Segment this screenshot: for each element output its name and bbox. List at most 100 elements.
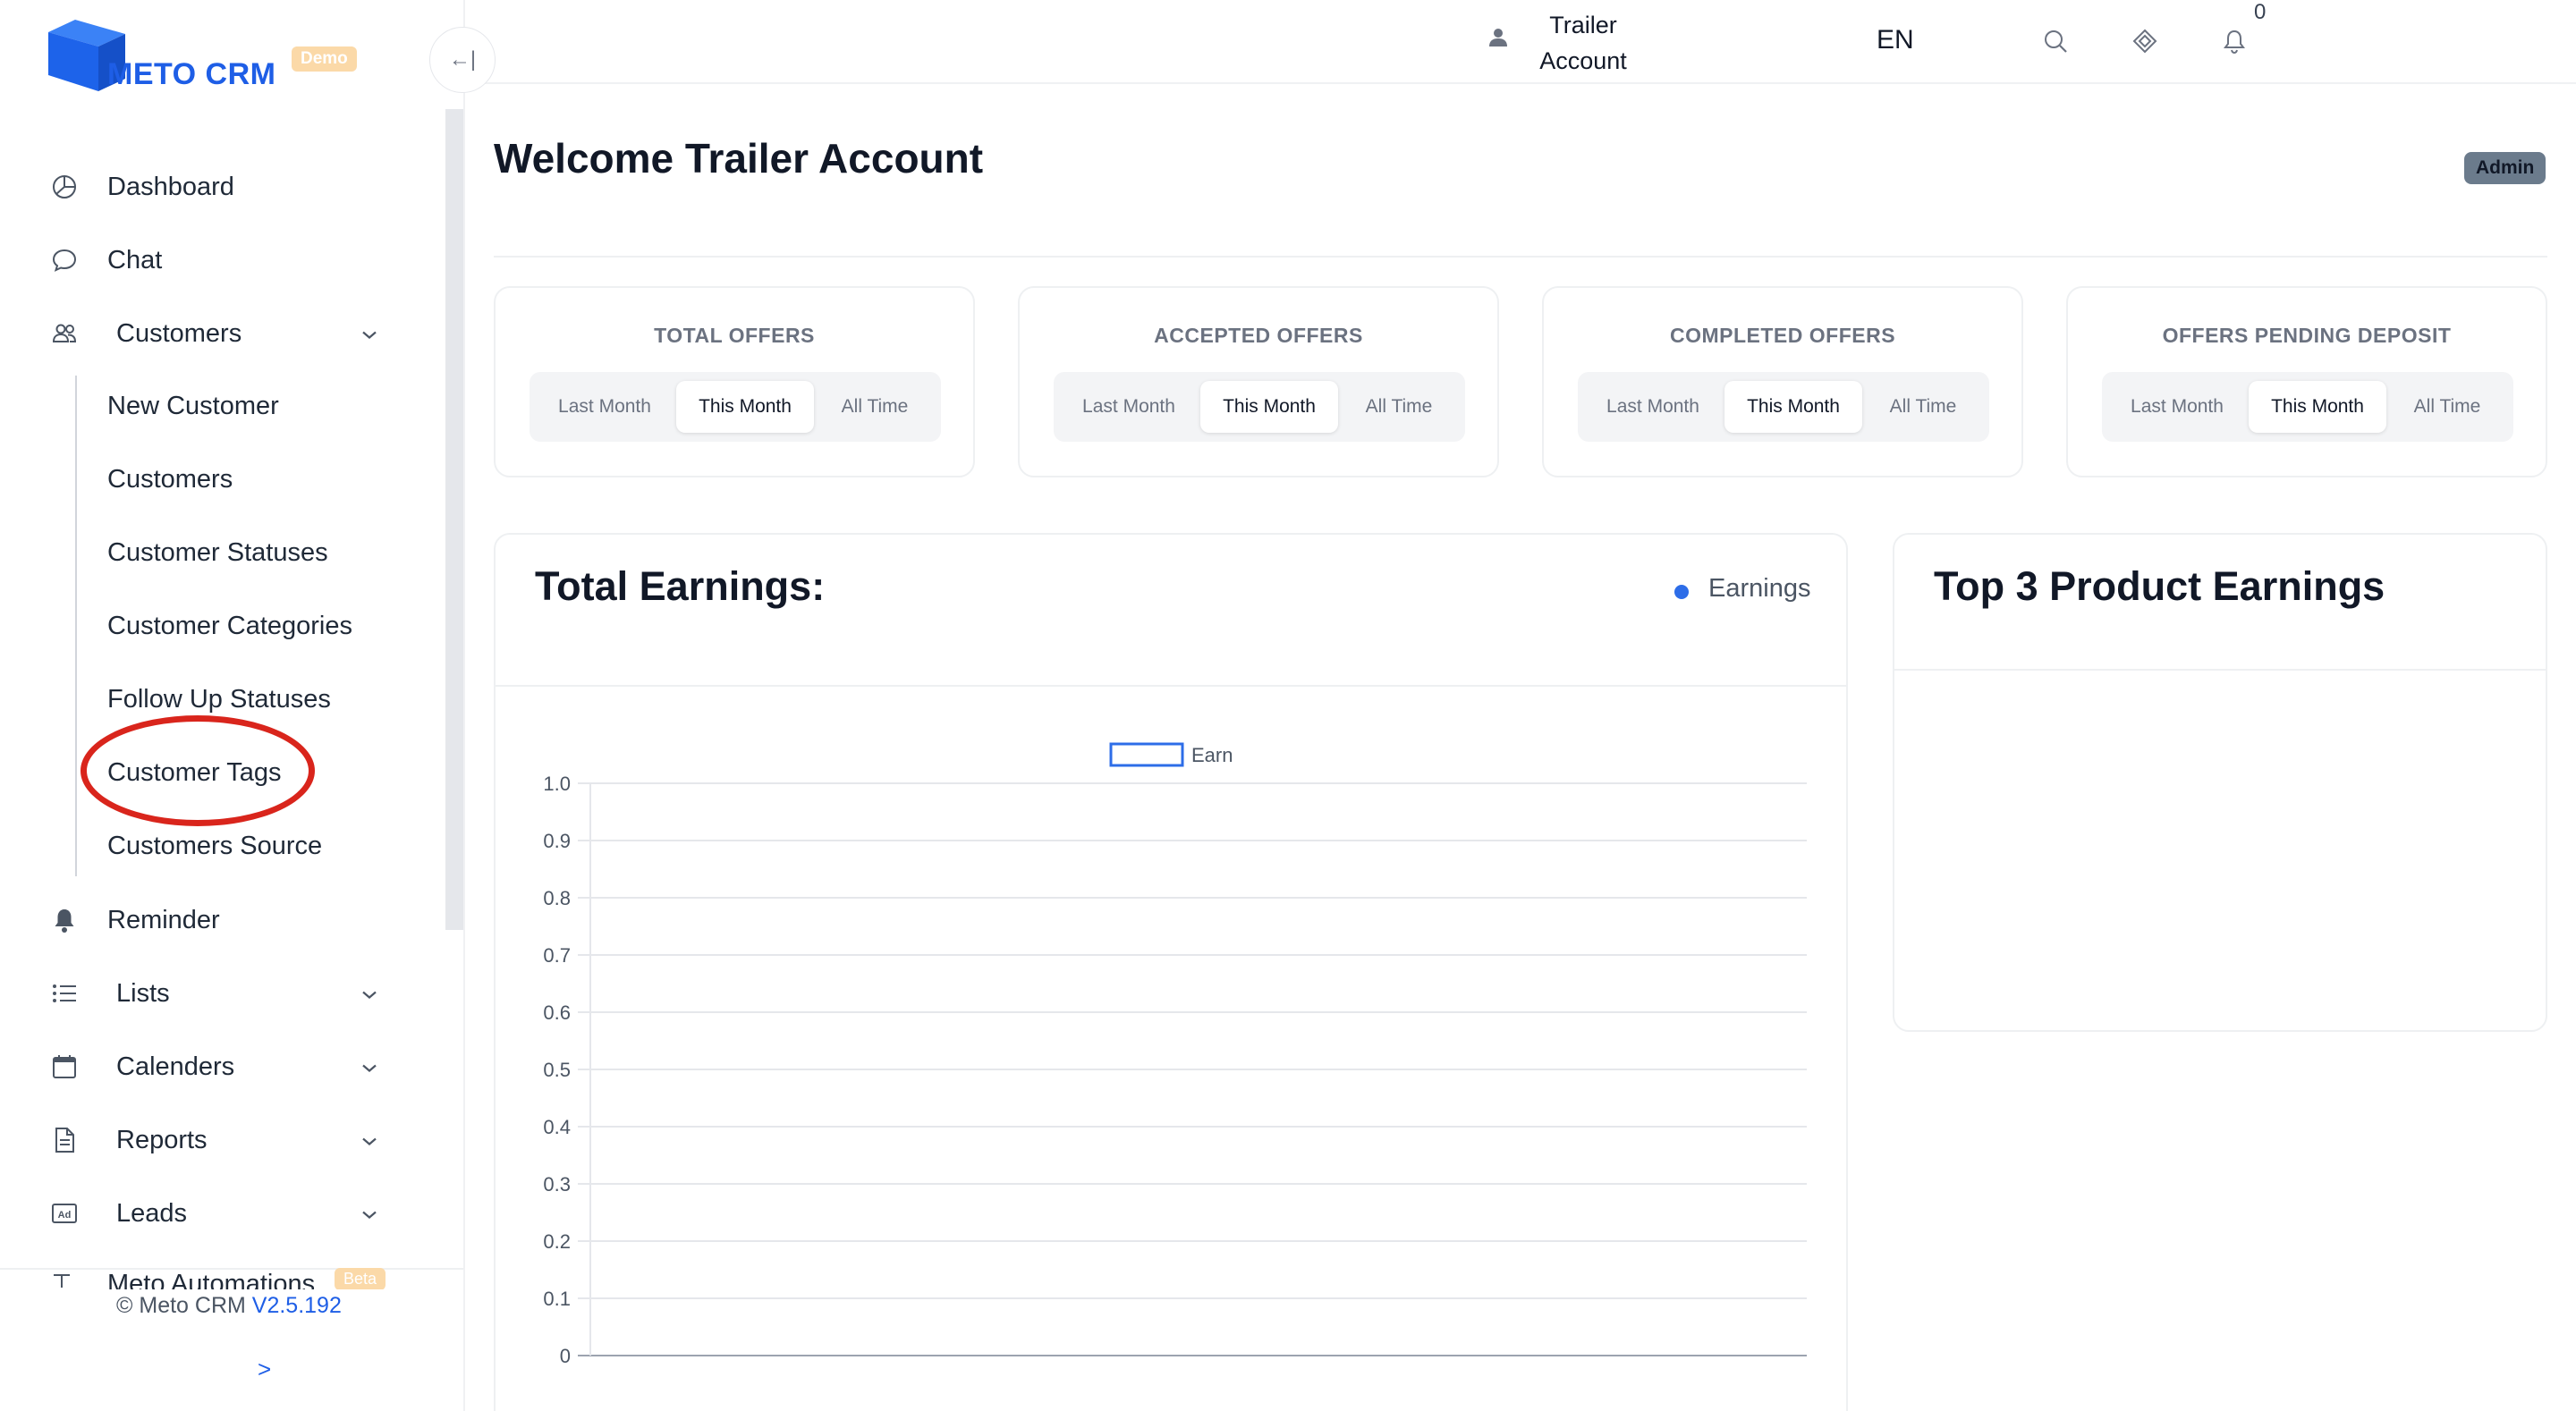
sidebar-subitem-customer-categories[interactable]: Customer Categories <box>107 599 352 653</box>
top3-product-card: Top 3 Product Earnings <box>1893 533 2547 1032</box>
chevron-down-icon <box>360 319 379 349</box>
period-option-this-month[interactable]: This Month <box>2249 381 2386 433</box>
sidebar-subitem-customers[interactable]: Customers <box>107 452 233 506</box>
sidebar-item-label: Leads <box>116 1198 188 1228</box>
sidebar-item-reports[interactable]: Reports <box>0 1109 411 1171</box>
sidebar-item-dashboard[interactable]: Dashboard <box>0 156 411 218</box>
bell-icon[interactable] <box>2218 25 2250 57</box>
chart-y-tick-label: 1.0 <box>543 773 571 795</box>
period-option-last-month[interactable]: Last Month <box>1063 381 1195 433</box>
user-menu[interactable]: Trailer Account <box>1521 7 1646 79</box>
document-icon <box>50 1126 79 1154</box>
notification-count: 0 <box>2254 0 2267 24</box>
sidebar-item-calenders[interactable]: Calenders <box>0 1035 411 1098</box>
period-option-all-time[interactable]: All Time <box>1342 381 1456 433</box>
sidebar-item-meto-automations[interactable]: Meto Automations Beta <box>50 1268 462 1289</box>
chart-y-tick-label: 0.7 <box>543 944 571 967</box>
page-title: Welcome Trailer Account <box>494 135 984 182</box>
period-option-last-month[interactable]: Last Month <box>538 381 671 433</box>
chart-y-tick-label: 0.6 <box>543 1001 571 1024</box>
highlight-annotation <box>80 715 315 826</box>
sidebar-item-label: Meto Automations <box>107 1270 316 1289</box>
period-option-this-month[interactable]: This Month <box>1200 381 1338 433</box>
collapse-left-icon: ←| <box>448 47 477 72</box>
list-icon <box>50 979 79 1008</box>
chart-y-tick-label: 0.5 <box>543 1059 571 1081</box>
stat-card-title: ACCEPTED OFFERS <box>1154 324 1363 347</box>
sidebar-item-chat[interactable]: Chat <box>0 229 411 291</box>
sidebar-item-label: Calenders <box>116 1052 235 1081</box>
chart-y-tick-label: 0 <box>560 1345 571 1367</box>
copyright-text: © Meto CRM V2.5.192 <box>116 1293 342 1319</box>
stat-card-total-offers: TOTAL OFFERS Last Month This Month All T… <box>494 286 975 477</box>
chart-y-tick-label: 0.2 <box>543 1230 571 1253</box>
copyright-label: © Meto CRM <box>116 1293 246 1318</box>
svg-text:Ad: Ad <box>58 1210 72 1221</box>
period-option-all-time[interactable]: All Time <box>1866 381 1980 433</box>
chart-y-tick-label: 0.3 <box>543 1173 571 1196</box>
period-selector: Last Month This Month All Time <box>530 372 941 442</box>
user-name-line1: Trailer <box>1549 12 1617 38</box>
beta-badge: Beta <box>335 1268 386 1289</box>
user-icon[interactable] <box>1488 27 1508 53</box>
top3-header-divider <box>1894 669 2546 671</box>
stat-card-accepted-offers: ACCEPTED OFFERS Last Month This Month Al… <box>1018 286 1499 477</box>
sidebar-subitem-customer-statuses[interactable]: Customer Statuses <box>107 526 328 579</box>
period-option-last-month[interactable]: Last Month <box>1587 381 1719 433</box>
chart-y-tick-label: 0.1 <box>543 1288 571 1310</box>
sidebar: METO CRM Demo Dashboard Chat Customers N… <box>0 0 465 1411</box>
stat-card-title: OFFERS PENDING DEPOSIT <box>2162 324 2452 347</box>
chevron-down-icon <box>360 979 379 1009</box>
chart-legend-label: Earn <box>1191 744 1233 766</box>
period-option-last-month[interactable]: Last Month <box>2111 381 2243 433</box>
demo-badge: Demo <box>292 46 357 72</box>
integrations-icon[interactable] <box>2129 25 2161 57</box>
ad-icon: Ad <box>50 1199 79 1228</box>
top-header: 0 EN Trailer Account <box>465 0 2576 84</box>
title-divider <box>494 256 2547 258</box>
brand-name: METO CRM <box>107 57 276 91</box>
sidebar-item-lists[interactable]: Lists <box>0 962 411 1025</box>
language-selector[interactable]: EN <box>1877 25 1914 55</box>
chart-legend-swatch <box>1109 742 1184 767</box>
stat-card-offers-pending-deposit: OFFERS PENDING DEPOSIT Last Month This M… <box>2066 286 2547 477</box>
chart-y-tick-label: 0.9 <box>543 830 571 852</box>
sidebar-collapse-button[interactable]: ←| <box>429 27 496 93</box>
search-icon[interactable] <box>2039 25 2072 57</box>
pie-chart-icon <box>50 173 79 201</box>
chart-y-tick-label: 0.8 <box>543 887 571 909</box>
stat-card-title: COMPLETED OFFERS <box>1669 324 1896 347</box>
sidebar-item-label: Dashboard <box>107 172 234 201</box>
sidebar-item-label: Reports <box>116 1125 208 1154</box>
sidebar-subitem-new-customer[interactable]: New Customer <box>107 379 279 433</box>
sidebar-expand-button[interactable]: > <box>258 1356 271 1383</box>
stat-card-title: TOTAL OFFERS <box>654 324 815 347</box>
period-option-this-month[interactable]: This Month <box>676 381 814 433</box>
period-option-all-time[interactable]: All Time <box>2390 381 2504 433</box>
users-icon <box>50 319 79 348</box>
role-badge: Admin <box>2464 152 2546 184</box>
app-logo[interactable]: METO CRM Demo <box>48 20 370 100</box>
sidebar-scrollbar[interactable] <box>445 109 463 930</box>
chevron-down-icon <box>360 1052 379 1082</box>
automation-icon <box>52 1272 72 1289</box>
version-text: V2.5.192 <box>251 1293 342 1318</box>
period-option-all-time[interactable]: All Time <box>818 381 932 433</box>
period-selector: Last Month This Month All Time <box>2102 372 2513 442</box>
top3-title: Top 3 Product Earnings <box>1934 563 2385 609</box>
sidebar-item-leads[interactable]: Ad Leads <box>0 1182 411 1245</box>
sidebar-item-label: Lists <box>116 978 170 1008</box>
chevron-down-icon <box>360 1199 379 1229</box>
sidebar-divider <box>463 0 465 1411</box>
chat-bubble-icon <box>50 246 79 275</box>
sidebar-item-label: Chat <box>107 245 163 275</box>
sidebar-item-customers[interactable]: Customers <box>0 302 411 365</box>
bell-filled-icon <box>50 906 79 934</box>
user-name-line2: Account <box>1539 47 1627 74</box>
sidebar-subitem-customers-source[interactable]: Customers Source <box>107 819 322 873</box>
sidebar-item-label: Reminder <box>107 905 220 934</box>
period-option-this-month[interactable]: This Month <box>1724 381 1862 433</box>
period-selector: Last Month This Month All Time <box>1054 372 1465 442</box>
period-selector: Last Month This Month All Time <box>1578 372 1989 442</box>
sidebar-item-reminder[interactable]: Reminder <box>0 889 411 951</box>
